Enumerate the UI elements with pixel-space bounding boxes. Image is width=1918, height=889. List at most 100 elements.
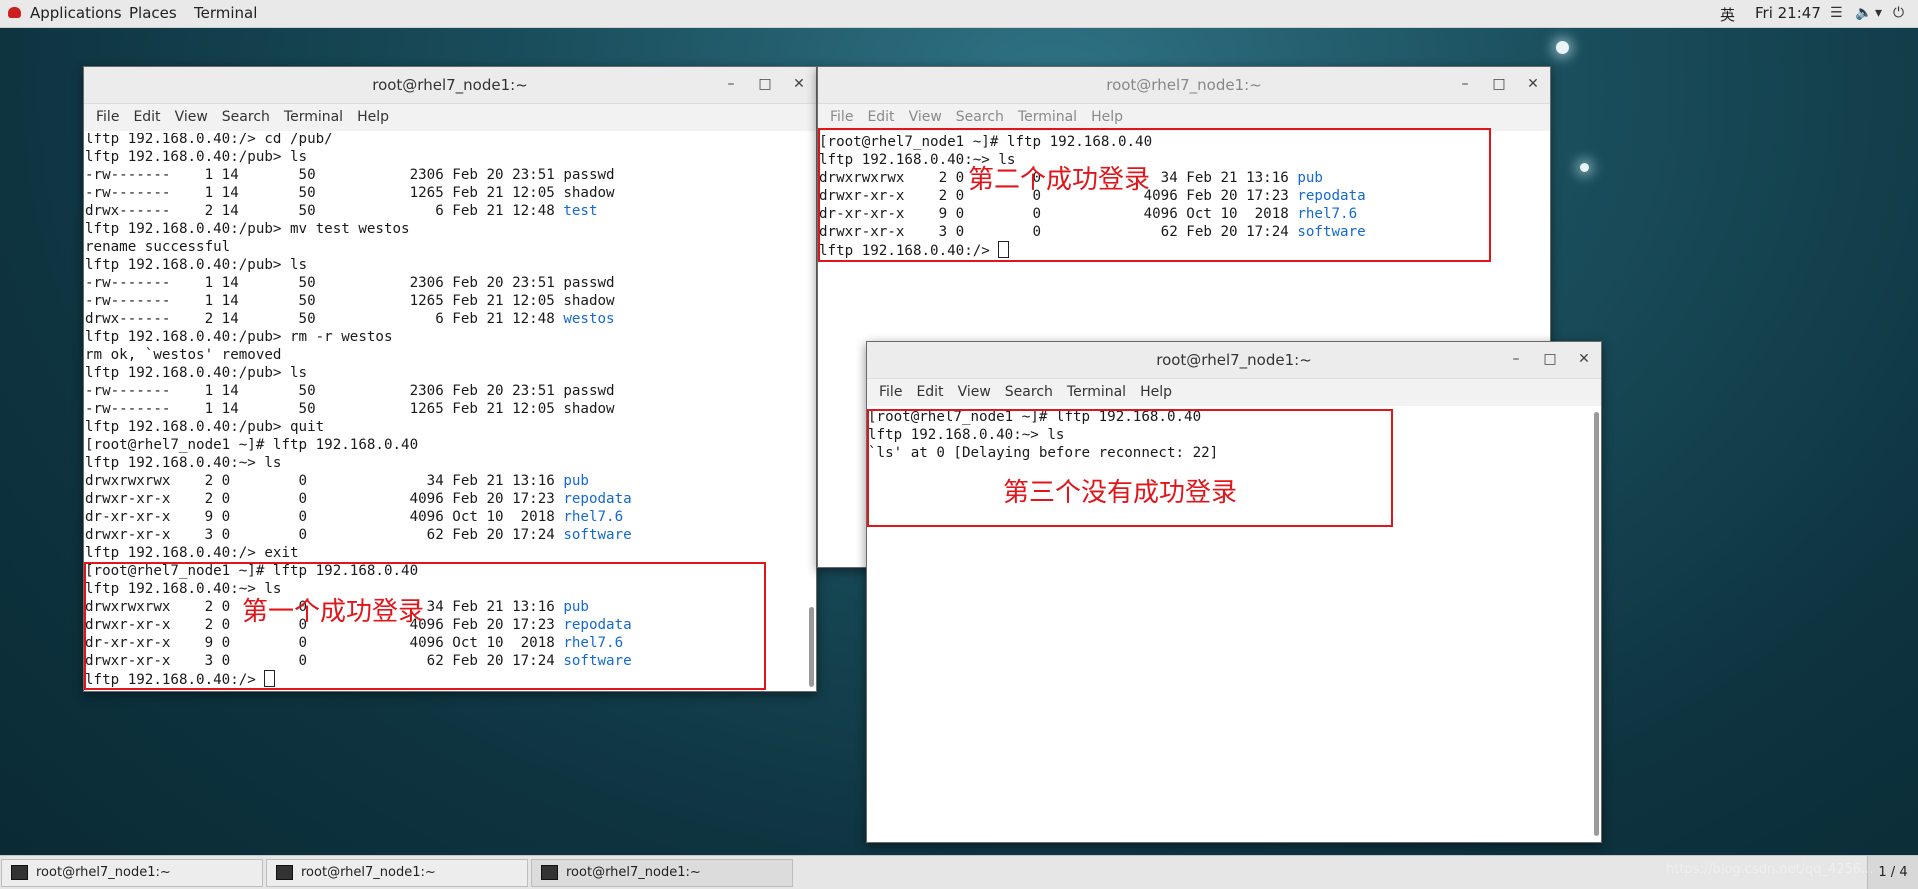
menu-edit[interactable]: Edit	[916, 384, 943, 400]
line-text: lftp 192.168.0.40:/> cd /pub/	[85, 133, 333, 147]
menu-terminal[interactable]: Terminal	[1018, 109, 1077, 125]
menu-terminal[interactable]: Terminal	[284, 109, 343, 125]
network-icon[interactable]: ☰	[1830, 5, 1843, 21]
volume-icon[interactable]: 🔈	[1855, 5, 1872, 21]
maximize-button[interactable]: □	[1541, 350, 1559, 368]
menu-arrow-icon[interactable]: ▾	[1875, 5, 1882, 21]
annotation-box	[867, 409, 1393, 527]
line-text: rename successful	[85, 239, 231, 255]
window-titlebar[interactable]: root@rhel7_node1:~ – □ ✕	[867, 342, 1601, 379]
line-text: lftp 192.168.0.40:/pub> ls	[85, 149, 308, 165]
line-text: lftp 192.168.0.40:/pub> rm -r westos	[85, 329, 393, 345]
line-text: drwxr-xr-x 3 0 0 62 Feb 20 17:24	[85, 527, 564, 543]
terminal-line: lftp 192.168.0.40:/pub> ls	[85, 256, 806, 274]
applications-menu[interactable]: Applications	[30, 4, 122, 22]
directory-name: rhel7.6	[563, 509, 624, 525]
line-text: rm ok, `westos' removed	[85, 347, 282, 363]
line-text: -rw------- 1 14 50 2306 Feb 20 23:51 pas…	[85, 383, 615, 399]
menu-bar: File Edit View Search Terminal Help	[867, 379, 1601, 406]
window-title: root@rhel7_node1:~	[372, 76, 528, 94]
terminal-line: lftp 192.168.0.40:/pub> ls	[85, 148, 806, 166]
taskbar-window-1[interactable]: root@rhel7_node1:~	[1, 859, 263, 887]
terminal-line: drwxrwxrwx 2 0 0 34 Feb 21 13:16 pub	[85, 472, 806, 490]
task-label: root@rhel7_node1:~	[566, 865, 701, 880]
close-button[interactable]: ✕	[1524, 75, 1542, 93]
top-panel: Applications Places Terminal 英 Fri 21:47…	[0, 0, 1918, 28]
line-text: -rw------- 1 14 50 1265 Feb 21 12:05 sha…	[85, 185, 615, 201]
menu-file[interactable]: File	[879, 384, 902, 400]
line-text: drwxr-xr-x 2 0 0 4096 Feb 20 17:23	[85, 491, 564, 507]
task-label: root@rhel7_node1:~	[301, 865, 436, 880]
clock[interactable]: Fri 21:47	[1755, 4, 1821, 22]
annotation-box	[84, 562, 766, 690]
terminal-line: -rw------- 1 14 50 1265 Feb 21 12:05 sha…	[85, 292, 806, 310]
menu-view[interactable]: View	[958, 384, 991, 400]
directory-name: software	[563, 527, 632, 543]
menu-edit[interactable]: Edit	[867, 109, 894, 125]
window-titlebar[interactable]: root@rhel7_node1:~ – □ ✕	[84, 67, 816, 104]
workspace-pager[interactable]: 1 / 4	[1867, 856, 1918, 889]
menu-file[interactable]: File	[96, 109, 119, 125]
terminal-line: lftp 192.168.0.40:/> exit	[85, 544, 806, 562]
annotation-text: 第二个成功登录	[968, 165, 1151, 195]
line-text: lftp 192.168.0.40:/pub> ls	[85, 257, 308, 273]
watermark: https://blog.csdn.net/qq_4256...	[1666, 862, 1874, 877]
directory-name: pub	[563, 473, 589, 489]
light-orb	[1556, 41, 1569, 54]
line-text: lftp 192.168.0.40:/pub> quit	[85, 419, 325, 435]
scrollbar[interactable]	[1594, 412, 1599, 836]
line-text: -rw------- 1 14 50 1265 Feb 21 12:05 sha…	[85, 293, 615, 309]
menu-search[interactable]: Search	[222, 109, 270, 125]
terminal-icon	[276, 865, 293, 880]
menu-bar: File Edit View Search Terminal Help	[84, 104, 816, 131]
menu-help[interactable]: Help	[357, 109, 389, 125]
annotation-text: 第一个成功登录	[242, 597, 425, 627]
minimize-button[interactable]: –	[722, 75, 740, 93]
minimize-button[interactable]: –	[1456, 75, 1474, 93]
taskbar-window-2[interactable]: root@rhel7_node1:~	[266, 859, 528, 887]
terminal-window-1[interactable]: root@rhel7_node1:~ – □ ✕ File Edit View Sea…	[83, 66, 817, 692]
menu-file[interactable]: File	[830, 109, 853, 125]
menu-edit[interactable]: Edit	[133, 109, 160, 125]
terminal-line: [root@rhel7_node1 ~]# lftp 192.168.0.40	[85, 436, 806, 454]
line-text: lftp 192.168.0.40:/pub> mv test westos	[85, 221, 410, 237]
line-text: lftp 192.168.0.40:/> exit	[85, 545, 299, 561]
places-menu[interactable]: Places	[129, 4, 177, 22]
menu-help[interactable]: Help	[1140, 384, 1172, 400]
directory-name: test	[563, 203, 598, 219]
menu-search[interactable]: Search	[956, 109, 1004, 125]
menu-help[interactable]: Help	[1091, 109, 1123, 125]
close-button[interactable]: ✕	[1575, 350, 1593, 368]
terminal-line: -rw------- 1 14 50 1265 Feb 21 12:05 sha…	[85, 184, 806, 202]
close-button[interactable]: ✕	[790, 75, 808, 93]
minimize-button[interactable]: –	[1507, 350, 1525, 368]
terminal-line: lftp 192.168.0.40:/pub> quit	[85, 418, 806, 436]
menu-terminal[interactable]: Terminal	[1067, 384, 1126, 400]
terminal-line: -rw------- 1 14 50 2306 Feb 20 23:51 pas…	[85, 166, 806, 184]
terminal-app-menu[interactable]: Terminal	[194, 4, 257, 22]
terminal-icon	[541, 865, 558, 880]
terminal-line: drwxr-xr-x 3 0 0 62 Feb 20 17:24 softwar…	[85, 526, 806, 544]
terminal-window-3[interactable]: root@rhel7_node1:~ – □ ✕ File Edit View Sea…	[866, 341, 1602, 843]
terminal-line: dr-xr-xr-x 9 0 0 4096 Oct 10 2018 rhel7.…	[85, 508, 806, 526]
power-icon[interactable]: ⏻	[1893, 5, 1904, 21]
scrollbar[interactable]	[809, 607, 814, 687]
terminal-line: rename successful	[85, 238, 806, 256]
terminal-line: -rw------- 1 14 50 2306 Feb 20 23:51 pas…	[85, 382, 806, 400]
task-label: root@rhel7_node1:~	[36, 865, 171, 880]
terminal-line: drwx------ 2 14 50 6 Feb 21 12:48 westos	[85, 310, 806, 328]
maximize-button[interactable]: □	[1490, 75, 1508, 93]
menu-view[interactable]: View	[909, 109, 942, 125]
line-text: [root@rhel7_node1 ~]# lftp 192.168.0.40	[85, 437, 419, 453]
taskbar-window-3[interactable]: root@rhel7_node1:~	[531, 859, 793, 887]
menu-view[interactable]: View	[175, 109, 208, 125]
directory-name: repodata	[563, 491, 632, 507]
terminal-line: lftp 192.168.0.40:/pub> mv test westos	[85, 220, 806, 238]
maximize-button[interactable]: □	[756, 75, 774, 93]
directory-name: westos	[563, 311, 615, 327]
terminal-line: -rw------- 1 14 50 1265 Feb 21 12:05 sha…	[85, 400, 806, 418]
line-text: drwxrwxrwx 2 0 0 34 Feb 21 13:16	[85, 473, 564, 489]
window-titlebar[interactable]: root@rhel7_node1:~ – □ ✕	[818, 67, 1550, 104]
input-method-indicator[interactable]: 英	[1720, 4, 1735, 25]
menu-search[interactable]: Search	[1005, 384, 1053, 400]
